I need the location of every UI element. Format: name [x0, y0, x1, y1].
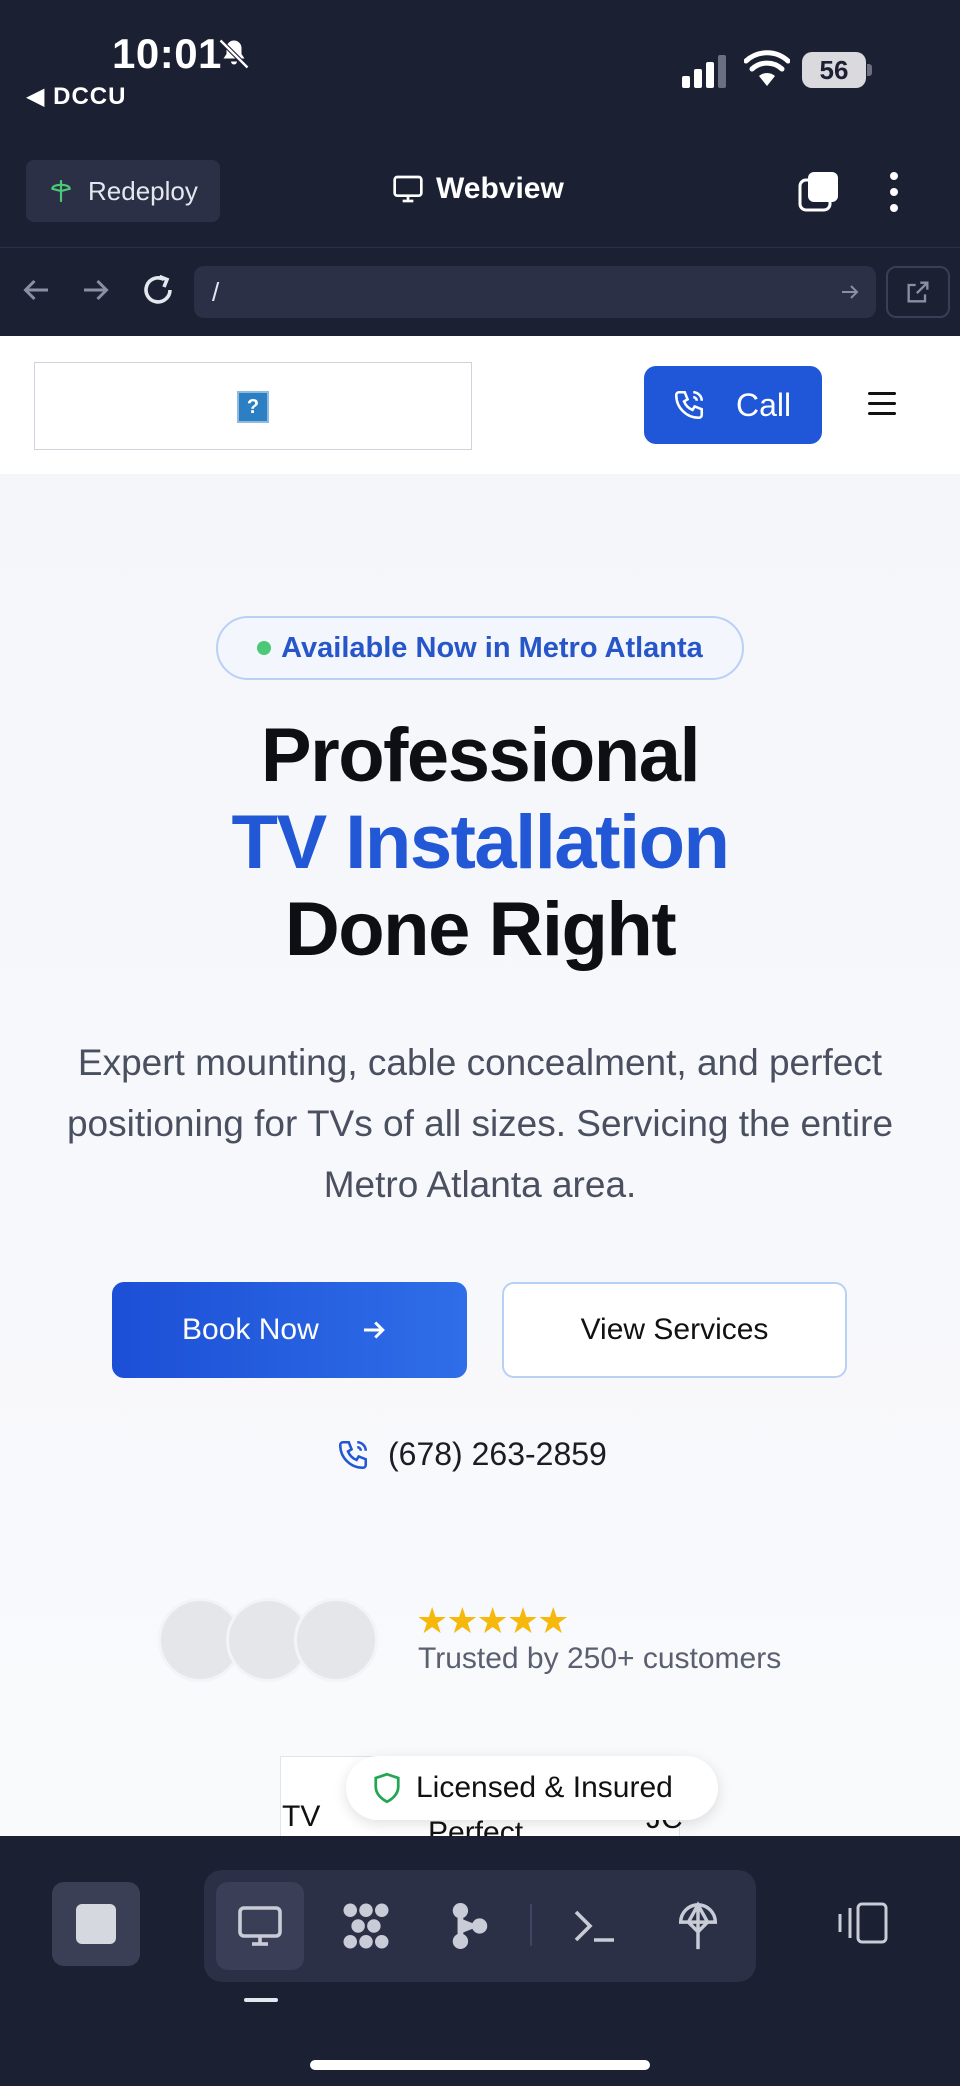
site-logo[interactable]: ? [34, 362, 472, 450]
webview-title: Webview [392, 172, 564, 206]
side-panel-icon[interactable] [836, 1898, 890, 1948]
avatar [294, 1598, 378, 1682]
site-header: ? Call [0, 336, 960, 474]
licensed-badge: Licensed & Insured [346, 1756, 718, 1820]
call-button[interactable]: Call [644, 366, 822, 444]
peek-text-left: TV [282, 1800, 321, 1833]
stop-icon [76, 1904, 116, 1944]
dots-grid-icon [343, 1903, 389, 1949]
menu-hamburger-icon[interactable] [868, 392, 896, 416]
shield-icon [374, 1772, 400, 1804]
wifi-icon [744, 50, 790, 86]
bottom-dock [0, 1836, 960, 2086]
phone-icon [674, 390, 704, 420]
home-indicator[interactable] [310, 2060, 650, 2070]
headline-line-2: TV Installation [231, 800, 730, 885]
shell-tab[interactable] [550, 1882, 638, 1970]
grid-tool-tab[interactable] [322, 1882, 410, 1970]
arrow-right-icon [363, 1321, 385, 1339]
bell-muted-icon [218, 38, 250, 70]
back-arrow-icon[interactable] [18, 272, 54, 308]
open-external-button[interactable] [886, 266, 950, 318]
redeploy-label: Redeploy [88, 175, 198, 206]
branch-tool-tab[interactable] [426, 1882, 514, 1970]
reload-icon[interactable] [140, 272, 176, 308]
app-toolbar: Redeploy Webview [0, 150, 960, 248]
back-to-app-link[interactable]: ◀ DCCU [26, 82, 126, 111]
redeploy-button[interactable]: Redeploy [26, 160, 220, 222]
battery-indicator: 56 [802, 52, 872, 88]
hero-headline: Professional TV Installation Done Right [0, 712, 960, 973]
deploy-icon [51, 180, 71, 202]
more-options-icon[interactable] [882, 170, 906, 214]
availability-badge: Available Now in Metro Atlanta [216, 616, 744, 680]
tabs-icon[interactable] [796, 170, 840, 212]
git-branch-icon [452, 1903, 488, 1949]
book-now-label: Book Now [182, 1313, 319, 1346]
forward-arrow-icon[interactable] [78, 272, 114, 308]
battery-level: 56 [802, 52, 866, 88]
status-time: 10:01 [112, 30, 222, 77]
url-input[interactable]: / [194, 266, 876, 318]
monitor-icon [238, 1906, 282, 1946]
external-link-icon [907, 281, 929, 303]
phone-link[interactable]: (678) 263-2859 [336, 1436, 607, 1473]
webview-tab[interactable] [216, 1882, 304, 1970]
go-arrow-icon[interactable] [838, 280, 862, 304]
view-services-button[interactable]: View Services [502, 1282, 847, 1378]
active-tab-indicator [244, 1998, 278, 2002]
headline-line-3: Done Right [284, 887, 677, 972]
call-label: Call [736, 386, 792, 423]
view-services-label: View Services [580, 1313, 769, 1346]
stop-button[interactable] [52, 1882, 140, 1966]
deployments-tab[interactable] [654, 1882, 742, 1970]
terminal-icon [574, 1910, 614, 1942]
status-bar: 10:01 ◀ DCCU 56 [0, 0, 960, 150]
dock-tools [204, 1870, 756, 1982]
book-now-button[interactable]: Book Now [112, 1282, 467, 1378]
availability-text: Available Now in Metro Atlanta [281, 631, 703, 664]
monitor-icon [393, 175, 423, 203]
phone-icon [338, 1440, 368, 1469]
url-bar: / [0, 248, 960, 336]
phone-number: (678) 263-2859 [388, 1436, 607, 1472]
broken-image-icon: ? [237, 391, 269, 423]
hero-description: Expert mounting, cable concealment, and … [66, 1042, 894, 1205]
deploy-icon [678, 1901, 718, 1950]
url-text: / [212, 277, 220, 307]
dock-separator [530, 1904, 532, 1946]
cellular-signal-icon [682, 55, 726, 88]
webview-content: ? Call Available Now in Metro Atlanta Pr… [0, 336, 960, 1836]
online-dot-icon [257, 641, 272, 655]
licensed-text: Licensed & Insured [416, 1771, 673, 1804]
customer-avatars [158, 1598, 380, 1682]
webview-label: Webview [436, 172, 564, 205]
headline-line-1: Professional [260, 713, 701, 798]
trusted-text: Trusted by 250+ customers [418, 1642, 782, 1675]
rating-stars: ★★★★★ [416, 1600, 569, 1641]
